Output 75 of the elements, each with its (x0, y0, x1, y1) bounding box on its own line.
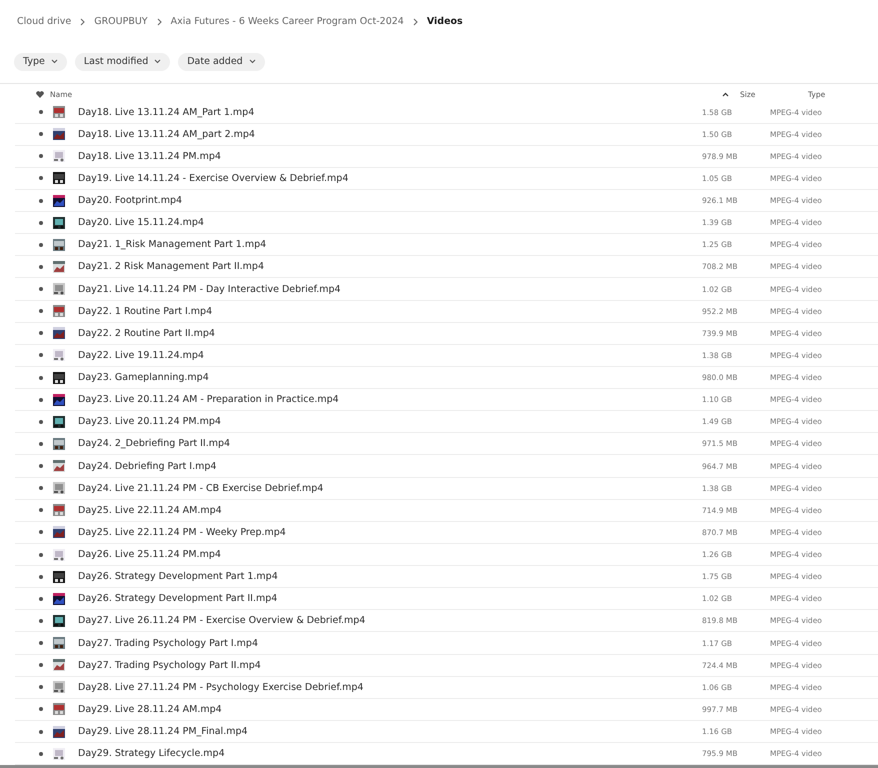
bullet-icon (39, 420, 43, 424)
bullet-icon (39, 176, 43, 180)
file-name[interactable]: Day27. Live 26.11.24 PM - Exercise Overview & Debrief.mp4 (78, 615, 702, 626)
file-name[interactable]: Day25. Live 22.11.24 PM - Weeky Prep.mp4 (78, 526, 702, 538)
file-name[interactable]: Day25. Live 22.11.24 AM.mp4 (78, 504, 702, 516)
bullet-icon (39, 198, 43, 203)
chevron-right-icon (156, 18, 163, 26)
file-name[interactable]: Day21. 1_Risk Management Part 1.mp4 (78, 239, 702, 250)
file-name[interactable]: Day24. 2_Debriefing Part II.mp4 (78, 438, 702, 450)
file-name[interactable]: Day19. Live 14.11.24 - Exercise Overview & Debrief.mp4 (78, 172, 702, 184)
file-name[interactable]: Day24. Live 21.11.24 PM - CB Exercise Debrief.mp4 (78, 482, 702, 494)
file-name[interactable]: Day26. Strategy Development Part 1.mp4 (78, 571, 702, 582)
file-name[interactable]: Day22. 2 Routine Part II.mp4 (78, 328, 702, 339)
file-name[interactable]: Day18. Live 13.11.24 AM_part 2.mp4 (78, 128, 702, 140)
bullet-icon (39, 464, 43, 468)
chevron-down-icon (248, 59, 256, 64)
bullet-icon (39, 331, 43, 336)
bullet-icon (39, 132, 43, 136)
bullet-icon (39, 596, 43, 601)
chevron-down-icon (50, 59, 58, 64)
bullet-icon (39, 641, 43, 646)
bullet-icon (39, 309, 43, 314)
bullet-icon (39, 552, 43, 557)
file-name[interactable]: Day23. Live 20.11.24 AM - Preparation in Practice.mp4 (78, 394, 702, 406)
bullet-icon (39, 663, 43, 668)
file-name[interactable]: Day27. Trading Psychology Part I.mp4 (78, 638, 702, 649)
file-name[interactable]: Day18. Live 13.11.24 AM_Part 1.mp4 (78, 106, 702, 118)
bullet-icon (39, 110, 43, 114)
breadcrumb-link[interactable]: Cloud drive (17, 16, 72, 28)
file-name[interactable]: Day28. Live 27.11.24 PM - Psychology Exercise Debrief.mp4 (78, 682, 702, 693)
bullet-icon (39, 574, 43, 579)
file-name[interactable]: Day29. Strategy Lifecycle.mp4 (78, 748, 702, 760)
bullet-icon (39, 353, 43, 358)
chevron-right-icon (412, 18, 419, 26)
breadcrumb-link[interactable]: Videos (426, 16, 463, 28)
file-name[interactable]: Day20. Footprint.mp4 (78, 195, 702, 206)
bullet-icon (39, 508, 43, 512)
breadcrumb-link[interactable]: GROUPBUY (94, 16, 148, 28)
heart-icon (36, 90, 44, 98)
bullet-icon (39, 707, 43, 712)
filter-dropdown[interactable]: Last modified (74, 52, 170, 71)
file-name[interactable]: Day23. Live 20.11.24 PM.mp4 (78, 416, 702, 428)
bullet-icon (39, 154, 43, 158)
bullet-icon (39, 618, 43, 623)
file-name[interactable]: Day18. Live 13.11.24 PM.mp4 (78, 150, 702, 162)
file-name[interactable]: Day27. Trading Psychology Part II.mp4 (78, 660, 702, 671)
chevron-right-icon (79, 18, 86, 26)
file-name[interactable]: Day21. 2 Risk Management Part II.mp4 (78, 261, 702, 272)
bullet-icon (39, 287, 43, 292)
file-name[interactable]: Day20. Live 15.11.24.mp4 (78, 217, 702, 228)
file-name[interactable]: Day26. Strategy Development Part II.mp4 (78, 593, 702, 604)
sort-ascending-icon[interactable] (722, 92, 729, 97)
file-name[interactable]: Day22. Live 19.11.24.mp4 (78, 350, 702, 361)
file-name[interactable]: Day29. Live 28.11.24 PM_Final.mp4 (78, 726, 702, 738)
bullet-icon (39, 398, 43, 402)
bullet-icon (39, 220, 43, 225)
chevron-down-icon (154, 59, 162, 64)
file-name[interactable]: Day29. Live 28.11.24 AM.mp4 (78, 704, 702, 715)
bullet-icon (39, 264, 43, 269)
bullet-icon (39, 442, 43, 446)
file-name[interactable]: Day21. Live 14.11.24 PM - Day Interactive Debrief.mp4 (78, 284, 702, 295)
file-name[interactable]: Day26. Live 25.11.24 PM.mp4 (78, 549, 702, 560)
bullet-icon (39, 752, 43, 756)
file-name[interactable]: Day22. 1 Routine Part I.mp4 (78, 306, 702, 317)
bullet-icon (39, 376, 43, 380)
breadcrumb-link[interactable]: Axia Futures - 6 Weeks Career Program Oct-2024 (170, 16, 404, 28)
bullet-icon (39, 530, 43, 534)
bullet-icon (39, 486, 43, 490)
bullet-icon (39, 730, 43, 734)
bullet-icon (39, 242, 43, 247)
filter-dropdown[interactable]: Type (14, 52, 67, 71)
file-name[interactable]: Day24. Debriefing Part I.mp4 (78, 460, 702, 472)
bullet-icon (39, 685, 43, 690)
filter-dropdown[interactable]: Date added (178, 52, 265, 71)
file-name[interactable]: Day23. Gameplanning.mp4 (78, 372, 702, 384)
